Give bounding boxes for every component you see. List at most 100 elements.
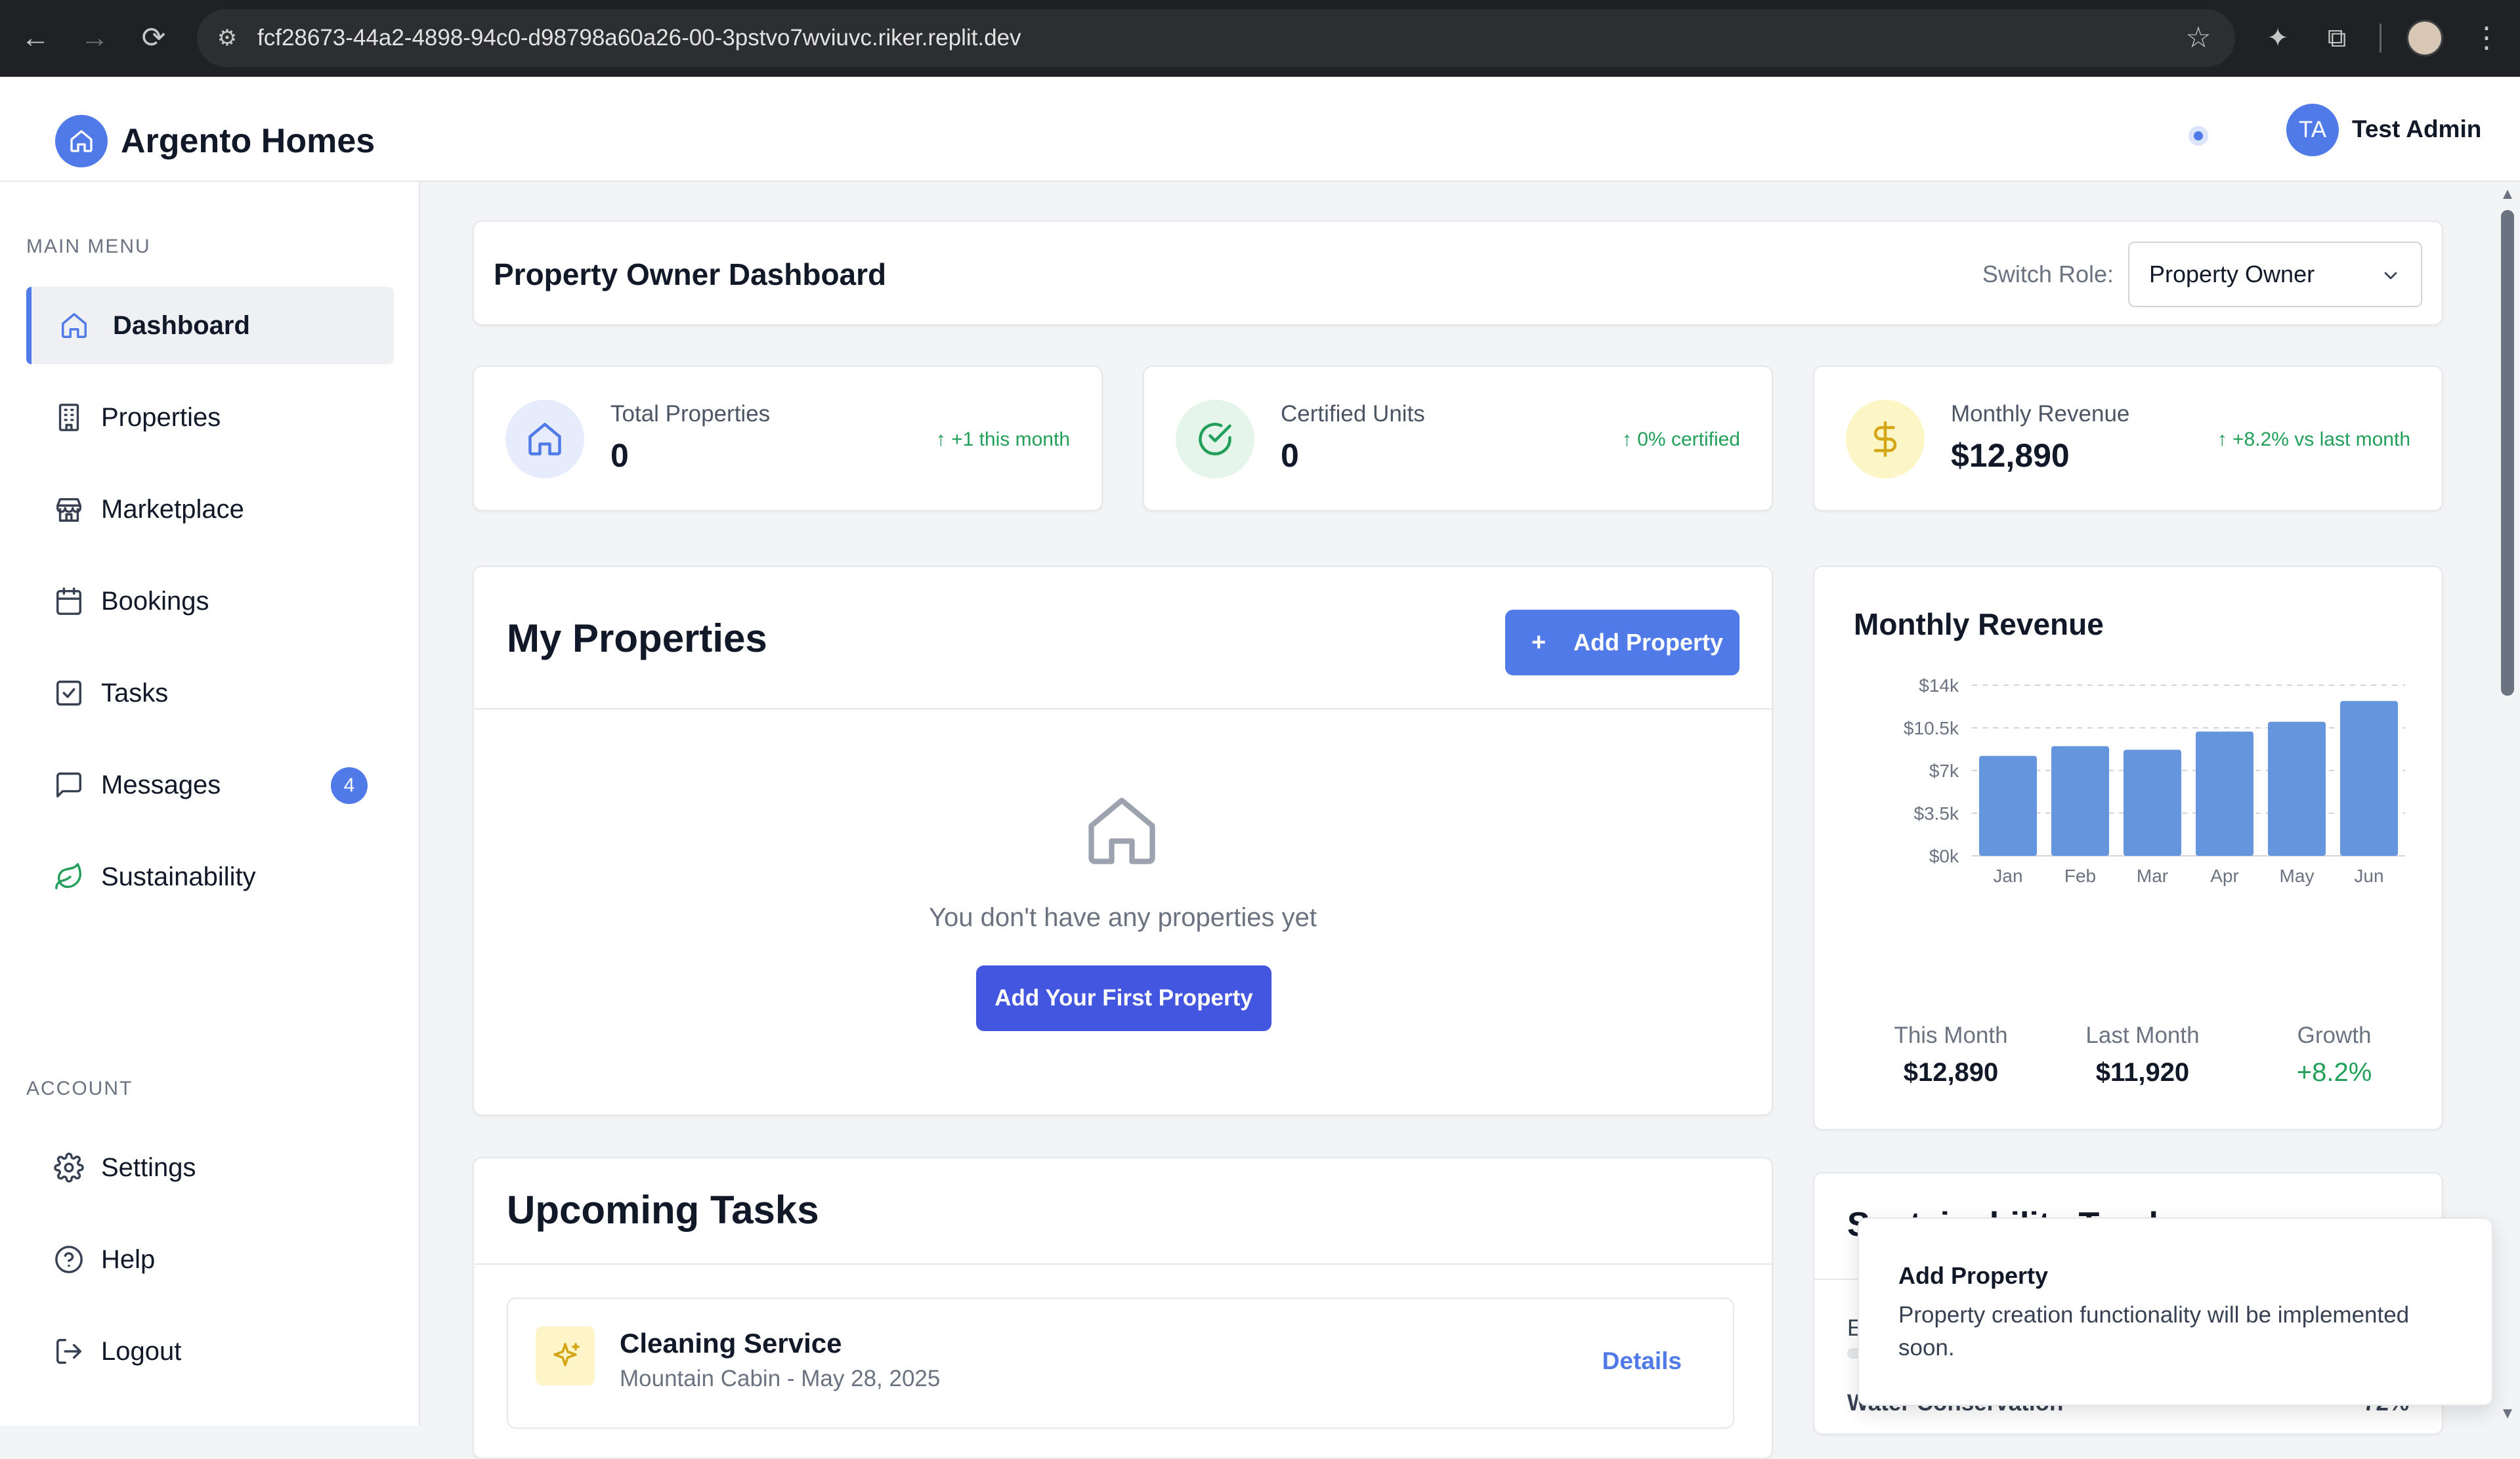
add-property-label: Add Property (1573, 629, 1724, 656)
bar-jan[interactable] (1979, 755, 2037, 856)
gear-icon (54, 1152, 84, 1183)
x-tick-label: Jun (2354, 866, 2383, 886)
task-details-link[interactable]: Details (1602, 1347, 1682, 1375)
sidebar-item-label: Properties (101, 403, 221, 432)
sidebar-item-dashboard[interactable]: Dashboard (26, 287, 394, 364)
account-label: ACCOUNT (26, 1078, 133, 1099)
sidebar-item-settings[interactable]: Settings (26, 1129, 394, 1206)
scroll-down-icon[interactable]: ▼ (2498, 1405, 2517, 1423)
address-bar[interactable]: ⚙ fcf28673-44a2-4898-94c0-d98798a60a26-0… (197, 9, 2235, 67)
last-month-value: $11,920 (2095, 1058, 2190, 1087)
bookmark-star-icon[interactable]: ☆ (2180, 20, 2217, 56)
monthly-revenue-card: Monthly Revenue $0k $3.5k $7k $10.5k $14k Jan… (1813, 566, 2443, 1130)
message-icon (56, 772, 81, 797)
my-properties-title: My Properties (507, 616, 767, 660)
brand-logo-icon[interactable] (55, 115, 108, 167)
bar-jun[interactable] (2340, 701, 2398, 856)
bar-feb[interactable] (2051, 746, 2109, 856)
toast-notification[interactable]: Add Property Property creation functiona… (1858, 1217, 2493, 1406)
profile-avatar-icon[interactable] (2406, 20, 2443, 56)
sidebar-item-label: Marketplace (101, 495, 244, 524)
role-select-value: Property Owner (2149, 261, 2315, 287)
x-tick-label: Mar (2137, 866, 2168, 886)
card-divider (474, 1263, 1772, 1265)
last-month-label: Last Month (2085, 1023, 2200, 1048)
stat-label: Total Properties (610, 401, 771, 427)
sidebar-item-label: Tasks (101, 679, 169, 708)
site-settings-icon[interactable]: ⚙ (211, 22, 243, 54)
growth-stat: Growth +8.2% (2236, 1023, 2433, 1088)
stat-card-total-properties: Total Properties 0 ↑ +1 this month (473, 366, 1103, 511)
url-text[interactable]: fcf28673-44a2-4898-94c0-d98798a60a26-00-… (257, 9, 1021, 67)
check-circle-icon (1176, 400, 1254, 478)
task-item: Cleaning Service Mountain Cabin - May 28… (507, 1298, 1734, 1429)
extension-icon[interactable]: ✦ (2258, 18, 2297, 58)
y-tick-label: $14k (1919, 675, 1959, 696)
y-tick-label: $0k (1929, 846, 1959, 866)
stat-label: Monthly Revenue (1951, 401, 2130, 427)
x-tick-label: May (2280, 866, 2315, 886)
sidebar-item-label: Logout (101, 1337, 182, 1366)
user-avatar[interactable]: TA (2286, 104, 2339, 156)
y-tick-label: $10.5k (1904, 718, 1959, 738)
notification-dot[interactable] (2189, 126, 2208, 146)
scroll-up-icon[interactable]: ▲ (2498, 185, 2517, 203)
sidebar-item-logout[interactable]: Logout (26, 1313, 394, 1390)
sidebar-item-label: Bookings (101, 587, 209, 616)
brand-name[interactable]: Argento Homes (121, 121, 375, 161)
puzzle-icon[interactable]: ⧉ (2317, 18, 2357, 58)
reload-icon[interactable]: ⟳ (135, 20, 172, 56)
bar-mar[interactable] (2124, 750, 2181, 856)
add-property-button[interactable]: + Add Property (1505, 610, 1740, 675)
calendar-icon (56, 587, 81, 615)
card-divider (474, 708, 1772, 709)
stat-trend: ↑ +1 this month (936, 429, 1070, 451)
store-icon (56, 497, 81, 522)
sidebar-item-tasks[interactable]: Tasks (26, 654, 394, 732)
bar-apr[interactable] (2196, 731, 2253, 856)
stat-trend-text: +8.2% vs last month (2232, 429, 2410, 450)
sidebar-item-label: Help (101, 1245, 156, 1274)
arrow-up-icon: ↑ (1621, 429, 1638, 450)
back-icon[interactable]: ← (17, 20, 54, 56)
scrollbar-thumb[interactable] (2501, 210, 2514, 696)
stat-label: Certified Units (1281, 401, 1425, 427)
page-title: Property Owner Dashboard (494, 257, 887, 291)
revenue-chart: $0k $3.5k $7k $10.5k $14k Jan Feb Mar Apr May Jun (1904, 675, 2405, 886)
x-tick-label: Feb (2064, 866, 2096, 886)
stat-value: $12,890 (1951, 437, 2070, 474)
add-first-property-button[interactable]: Add Your First Property (976, 965, 1271, 1031)
sidebar-item-label: Sustainability (101, 862, 256, 891)
sidebar-item-help[interactable]: Help (26, 1221, 394, 1298)
sparkle-icon (536, 1326, 595, 1385)
forward-icon[interactable]: → (76, 20, 113, 56)
sidebar-item-properties[interactable]: Properties (26, 379, 394, 456)
upcoming-tasks-card: Upcoming Tasks Cleaning Service Mountain… (473, 1157, 1773, 1459)
building-icon (58, 404, 79, 431)
sidebar-item-sustainability[interactable]: Sustainability (26, 838, 394, 916)
home-icon (62, 313, 87, 338)
bar-may[interactable] (2268, 721, 2326, 856)
logout-icon (56, 1339, 81, 1364)
x-tick-label: Apr (2210, 866, 2239, 886)
kebab-menu-icon[interactable]: ⋮ (2468, 18, 2505, 58)
checkbox-icon (56, 681, 81, 706)
stat-trend: ↑ 0% certified (1622, 429, 1740, 451)
task-title: Cleaning Service (620, 1328, 842, 1359)
task-subtitle: Mountain Cabin - May 28, 2025 (620, 1366, 941, 1391)
sidebar-item-messages[interactable]: Messages 4 (26, 746, 394, 824)
stat-trend-text: +1 this month (951, 429, 1070, 450)
help-circle-icon (55, 1246, 83, 1273)
arrow-up-icon: ↑ (2217, 429, 2233, 450)
dashboard-header: Property Owner Dashboard Switch Role: Pr… (473, 221, 2443, 326)
toolbar-divider (2380, 24, 2381, 53)
empty-state-text: You don't have any properties yet (928, 903, 1317, 932)
role-select[interactable]: Property Owner (2128, 242, 2422, 307)
stat-trend: ↑ +8.2% vs last month (2217, 429, 2410, 451)
sidebar-item-bookings[interactable]: Bookings (26, 562, 394, 640)
sidebar-item-marketplace[interactable]: Marketplace (26, 471, 394, 548)
growth-label: Growth (2297, 1023, 2372, 1048)
user-name[interactable]: Test Admin (2352, 116, 2481, 143)
stat-card-certified-units: Certified Units 0 ↑ 0% certified (1143, 366, 1773, 511)
growth-value: +8.2% (2296, 1058, 2372, 1087)
